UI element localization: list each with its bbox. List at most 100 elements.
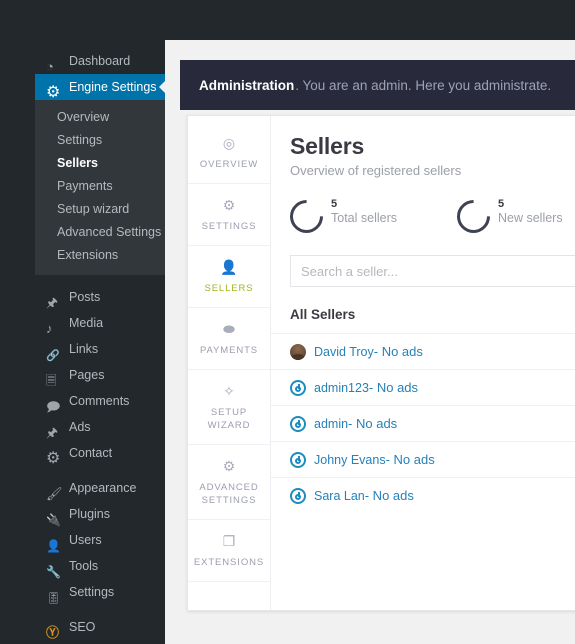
sidebar-item-plugins[interactable]: Plugins [35,501,165,527]
tab-extensions[interactable]: ❐ Extensions [188,520,270,582]
sidebar-item-settings[interactable]: Settings [35,579,165,605]
sidebar-item-label: Links [69,342,99,356]
search-row [271,233,575,287]
piggy-bank-icon: ⬬ [223,321,235,337]
sidebar-item-label: SEO [69,620,96,634]
submenu-item-payments[interactable]: Payments [35,175,165,198]
copy-icon: ❐ [222,533,236,549]
target-icon: ◎ [222,135,236,151]
sidebar-item-label: Appearance [69,481,137,495]
comment-icon [46,394,66,408]
sidebar-item-media[interactable]: Media [35,310,165,336]
search-input[interactable] [290,255,575,287]
content-area: Administration. You are an admin. Here y… [165,40,575,644]
sidebar-item-appearance[interactable]: Appearance [35,475,165,501]
pin-icon [46,290,66,304]
list-item[interactable]: David Troy - No ads [271,333,575,369]
sidebar-item-label: Pages [69,368,105,382]
gear-icon [46,446,66,460]
banner-strong: Administration [199,77,295,93]
user-icon: 👤 [220,259,238,275]
seller-name[interactable]: Johny Evans [314,453,386,467]
sellers-panel: ◎ Overview ⚙ Settings 👤 Sellers ⬬ Paymen… [187,115,575,611]
seller-name[interactable]: David Troy [314,345,374,359]
avatar [290,415,306,432]
sellers-pane: Sellers Overview of registered sellers 5… [271,116,575,610]
tab-label: Setup wizard [207,407,251,431]
sidebar-item-label: Settings [69,585,115,599]
page-title: Sellers [290,133,365,159]
submenu-item-overview[interactable]: Overview [35,106,165,129]
sliders-icon [46,585,66,599]
gear-icon [46,80,66,94]
seller-meta: - No ads [348,416,398,431]
tab-settings[interactable]: ⚙ Settings [188,184,270,246]
tab-advanced-settings[interactable]: ⚙ Advanced settings [188,445,270,520]
wrench-icon [46,559,66,573]
sidebar-item-engine-settings[interactable]: Engine Settings [35,74,166,100]
admin-sidebar: Dashboard Engine Settings Overview Setti… [0,0,166,644]
stat-label: Total sellers [331,211,397,225]
user-icon [46,533,66,547]
stat-new-sellers: 5 New sellers [450,193,563,240]
sidebar-item-posts[interactable]: Posts [35,284,165,310]
submenu-item-advanced-settings[interactable]: Advanced Settings [35,221,165,244]
brush-icon [46,481,66,495]
sidebar-item-pages[interactable]: Pages [35,362,165,388]
list-item[interactable]: Sara Lan - No ads [271,477,575,513]
list-item[interactable]: admin - No ads [271,405,575,441]
sidebar-item-label: Engine Settings [69,80,157,94]
magic-wand-icon: ✧ [223,383,235,399]
sidebar-item-comments[interactable]: Comments [35,388,165,414]
list-item[interactable]: admin123 - No ads [271,369,575,405]
progress-ring-icon [283,193,330,240]
pin-icon [46,420,66,434]
sidebar-item-label: Contact [69,446,113,460]
submenu-item-sellers[interactable]: Sellers [35,152,165,175]
sidebar-item-links[interactable]: Links [35,336,165,362]
list-heading: All Sellers [290,307,356,322]
page-icon [46,368,66,382]
seller-meta: - No ads [385,452,435,467]
stat-label: New sellers [498,211,563,225]
avatar [290,379,306,396]
avatar [290,487,306,504]
avatar [290,451,306,468]
tab-label: Advanced settings [199,482,259,506]
pane-header: Sellers Overview of registered sellers [271,116,575,180]
avatar [290,343,306,360]
seller-name[interactable]: admin [314,417,348,431]
tab-sellers[interactable]: 👤 Sellers [188,246,270,308]
tab-label: Overview [199,159,259,170]
sidebar-item-dashboard[interactable]: Dashboard [35,48,165,74]
sidebar-item-label: Users [69,533,102,547]
sidebar-item-label: Tools [69,559,99,573]
tab-label: Settings [201,221,257,232]
tab-overview[interactable]: ◎ Overview [188,122,270,184]
list-item[interactable]: Johny Evans - No ads [271,441,575,477]
tab-setup-wizard[interactable]: ✧ Setup wizard [188,370,270,445]
screen: Dashboard Engine Settings Overview Setti… [0,0,575,644]
submenu-item-setup-wizard[interactable]: Setup wizard [35,198,165,221]
menu-divider [35,466,165,475]
sidebar-item-users[interactable]: Users [35,527,165,553]
sidebar-item-tools[interactable]: Tools [35,553,165,579]
menu-divider [35,605,165,614]
sidebar-item-label: Posts [69,290,101,304]
sidebar-item-ads[interactable]: Ads [35,414,165,440]
seller-name[interactable]: admin123 [314,381,369,395]
link-icon [46,342,66,356]
submenu-item-extensions[interactable]: Extensions [35,244,165,267]
sidebar-item-seo[interactable]: SEO [35,614,165,640]
tab-label: Payments [199,345,259,356]
sidebar-item-contact[interactable]: Contact [35,440,165,466]
sidebar-item-label: Plugins [69,507,110,521]
submenu-item-settings[interactable]: Settings [35,129,165,152]
seller-name[interactable]: Sara Lan [314,489,365,503]
active-pointer-icon [159,80,166,94]
sidebar-item-label: Dashboard [69,54,131,68]
menu-divider [35,275,165,284]
seller-meta: - No ads [373,344,423,359]
tab-payments[interactable]: ⬬ Payments [188,308,270,370]
sidebar-item-label: Ads [69,420,91,434]
